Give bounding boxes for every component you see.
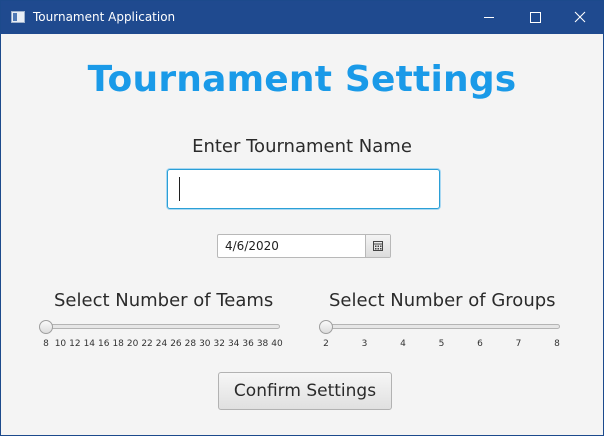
groups-slider-track[interactable]: [323, 324, 560, 329]
date-value[interactable]: 4/6/2020: [225, 239, 279, 253]
close-icon: [574, 11, 586, 23]
slider-tick-label: 6: [477, 339, 483, 349]
maximize-button[interactable]: [512, 1, 558, 34]
slider-tick-label: 38: [256, 339, 269, 349]
confirm-settings-button[interactable]: Confirm Settings: [218, 372, 392, 410]
window-title: Tournament Application: [33, 10, 176, 24]
slider-tick-label: 32: [213, 339, 225, 349]
teams-slider-thumb[interactable]: [39, 320, 53, 334]
slider-tick-label: 8: [554, 339, 560, 349]
groups-label: Select Number of Groups: [329, 290, 556, 311]
maximize-icon: [530, 12, 541, 23]
tournament-name-label: Enter Tournament Name: [192, 136, 412, 157]
minimize-button[interactable]: [466, 1, 512, 34]
slider-tick-label: 20: [126, 339, 139, 349]
page-title: Tournament Settings: [87, 59, 517, 100]
slider-tick-label: 28: [184, 339, 197, 349]
slider-tick-label: 4: [400, 339, 406, 349]
minimize-icon: [484, 17, 494, 18]
slider-tick-label: 36: [242, 339, 254, 349]
date-picker[interactable]: 4/6/2020: [217, 234, 391, 258]
teams-label: Select Number of Teams: [54, 290, 274, 311]
slider-tick-label: 16: [98, 339, 110, 349]
slider-tick-label: 5: [438, 339, 445, 349]
text-caret: [179, 177, 180, 201]
slider-tick-label: 7: [515, 339, 522, 349]
close-button[interactable]: [557, 1, 603, 34]
title-bar[interactable]: Tournament Application: [1, 1, 603, 34]
slider-tick-label: 34: [227, 339, 240, 349]
teams-slider-track[interactable]: [43, 324, 280, 329]
slider-tick-label: 30: [199, 339, 211, 349]
tournament-name-input[interactable]: [167, 169, 440, 209]
app-window: Tournament Application Tournament Settin…: [0, 0, 604, 436]
app-icon: [11, 11, 25, 23]
slider-tick-label: 10: [54, 339, 67, 349]
slider-tick-label: 8: [43, 339, 49, 349]
slider-tick-label: 14: [83, 339, 96, 349]
slider-tick-label: 3: [361, 339, 368, 349]
slider-tick-label: 40: [271, 339, 283, 349]
date-picker-button[interactable]: [365, 235, 390, 257]
slider-tick-label: 26: [170, 339, 182, 349]
calendar-icon: [373, 241, 383, 251]
slider-tick-label: 18: [112, 339, 124, 349]
slider-tick-label: 24: [155, 339, 168, 349]
slider-tick-label: 22: [141, 339, 153, 349]
slider-tick-label: 12: [69, 339, 81, 349]
slider-tick-label: 2: [323, 339, 329, 349]
groups-slider-thumb[interactable]: [319, 320, 333, 334]
